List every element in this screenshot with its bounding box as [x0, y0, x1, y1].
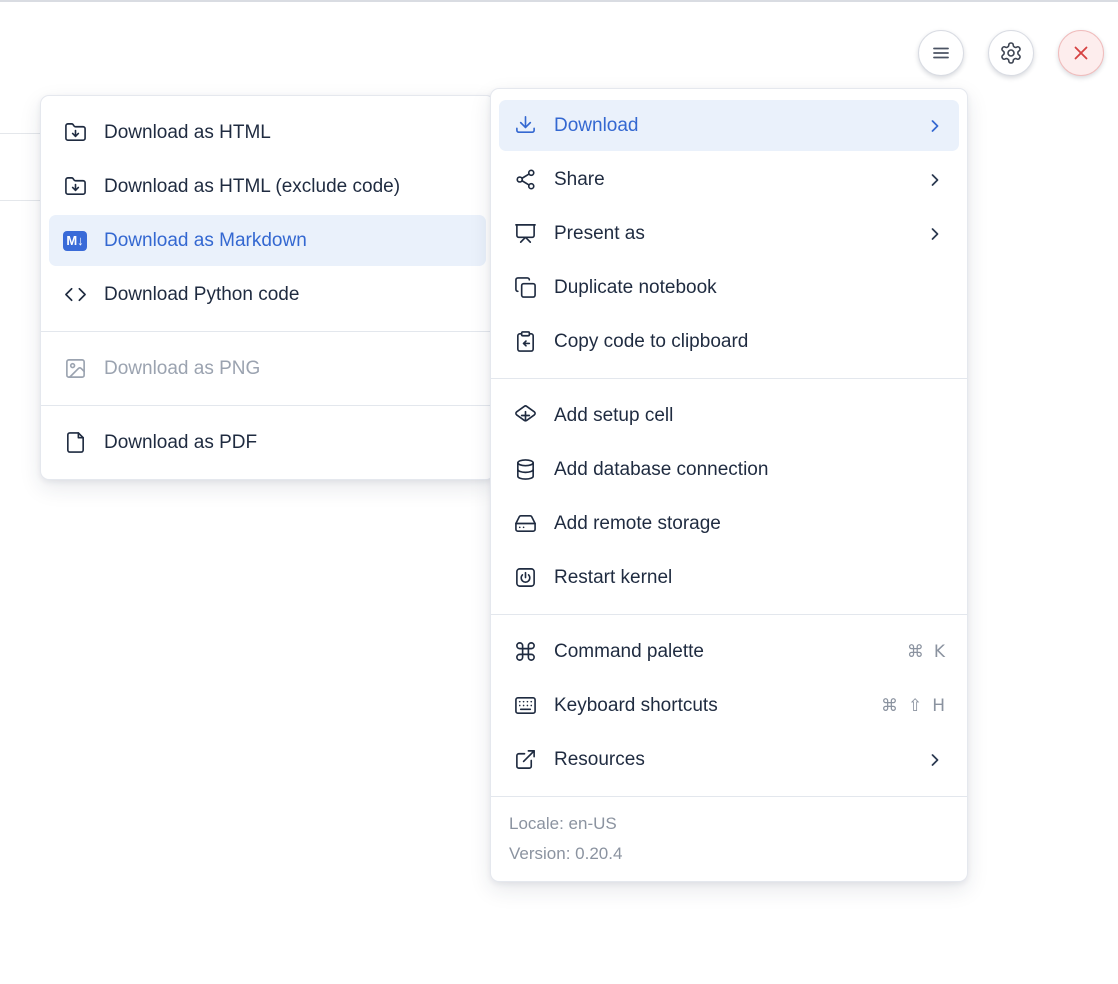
folder-down-icon [63, 121, 87, 145]
key-shift: ⇧ [908, 696, 922, 716]
menu-item-label: Present as [554, 223, 645, 245]
gear-icon [999, 41, 1023, 65]
notebook-actions-menu: Download Share Present as [490, 88, 968, 882]
chevron-right-icon [925, 170, 945, 190]
download-submenu: Download as HTML Download as HTML (exclu… [40, 95, 495, 480]
menu-item-label: Download as PNG [104, 358, 260, 380]
menu-item-label: Download as HTML [104, 122, 271, 144]
locale-text: Locale: en-US [509, 809, 949, 839]
menu-item-duplicate-notebook[interactable]: Duplicate notebook [499, 262, 959, 313]
menu-item-download-as-png: Download as PNG [49, 343, 486, 394]
menu-item-download-as-html[interactable]: Download as HTML [49, 107, 486, 158]
image-icon [63, 357, 87, 381]
menu-item-present-as[interactable]: Present as [499, 208, 959, 259]
shortcut-hint: ⌘ ⇧ H [881, 696, 945, 716]
menu-item-download-as-markdown[interactable]: M↓ Download as Markdown [49, 215, 486, 266]
menu-item-label: Download [554, 115, 639, 137]
menu-item-label: Share [554, 169, 605, 191]
menu-item-add-setup-cell[interactable]: Add setup cell [499, 390, 959, 441]
menu-footer: Locale: en-US Version: 0.20.4 [491, 797, 967, 881]
key-cmd: ⌘ [881, 696, 898, 716]
menu-item-download-as-pdf[interactable]: Download as PDF [49, 417, 486, 468]
menu-item-resources[interactable]: Resources [499, 734, 959, 785]
menu-item-keyboard-shortcuts[interactable]: Keyboard shortcuts ⌘ ⇧ H [499, 680, 959, 731]
shutdown-button[interactable] [1058, 30, 1104, 76]
menu-item-command-palette[interactable]: Command palette ⌘K [499, 626, 959, 677]
menu-item-add-remote-storage[interactable]: Add remote storage [499, 498, 959, 549]
folder-down-icon [63, 175, 87, 199]
presentation-icon [513, 222, 537, 246]
hamburger-icon [929, 41, 953, 65]
menu-item-label: Restart kernel [554, 567, 672, 589]
menu-item-download-as-html-exclude-code[interactable]: Download as HTML (exclude code) [49, 161, 486, 212]
hard-drive-icon [513, 512, 537, 536]
close-icon [1070, 42, 1092, 64]
menu-item-label: Copy code to clipboard [554, 331, 748, 353]
diamond-plus-icon [513, 404, 537, 428]
command-icon [513, 640, 537, 664]
shortcut-hint: ⌘K [907, 642, 945, 662]
background-cell-border [0, 133, 44, 134]
menu-item-label: Add database connection [554, 459, 768, 481]
menu-item-label: Download as PDF [104, 432, 257, 454]
chevron-right-icon [925, 750, 945, 770]
version-text: Version: 0.20.4 [509, 839, 949, 869]
code-icon [63, 283, 87, 307]
menu-item-label: Command palette [554, 641, 704, 663]
chevron-right-icon [925, 116, 945, 136]
share-icon [513, 168, 537, 192]
menu-item-label: Keyboard shortcuts [554, 695, 718, 717]
markdown-icon: M↓ [63, 229, 87, 253]
menu-item-download-python-code[interactable]: Download Python code [49, 269, 486, 320]
page-top-border [0, 0, 1118, 2]
menu-item-restart-kernel[interactable]: Restart kernel [499, 552, 959, 603]
background-cell-border [0, 200, 44, 201]
keyboard-icon [513, 694, 537, 718]
file-icon [63, 431, 87, 455]
download-icon [513, 114, 537, 138]
menu-item-share[interactable]: Share [499, 154, 959, 205]
menu-button[interactable] [918, 30, 964, 76]
menu-item-label: Duplicate notebook [554, 277, 717, 299]
menu-item-label: Add remote storage [554, 513, 721, 535]
copy-icon [513, 276, 537, 300]
chevron-right-icon [925, 224, 945, 244]
menu-item-label: Download as HTML (exclude code) [104, 176, 400, 198]
menu-item-add-database-connection[interactable]: Add database connection [499, 444, 959, 495]
key-h: H [932, 696, 945, 716]
menu-item-download[interactable]: Download [499, 100, 959, 151]
menu-item-label: Add setup cell [554, 405, 673, 427]
key-cmd: ⌘ [907, 642, 924, 662]
database-icon [513, 458, 537, 482]
power-square-icon [513, 566, 537, 590]
menu-item-copy-code-to-clipboard[interactable]: Copy code to clipboard [499, 316, 959, 367]
menu-item-label: Resources [554, 749, 645, 771]
menu-item-label: Download Python code [104, 284, 299, 306]
floating-toolbar [918, 30, 1104, 76]
menu-item-label: Download as Markdown [104, 230, 307, 252]
clipboard-arrow-icon [513, 330, 537, 354]
settings-button[interactable] [988, 30, 1034, 76]
external-link-icon [513, 748, 537, 772]
key-k: K [934, 642, 945, 662]
